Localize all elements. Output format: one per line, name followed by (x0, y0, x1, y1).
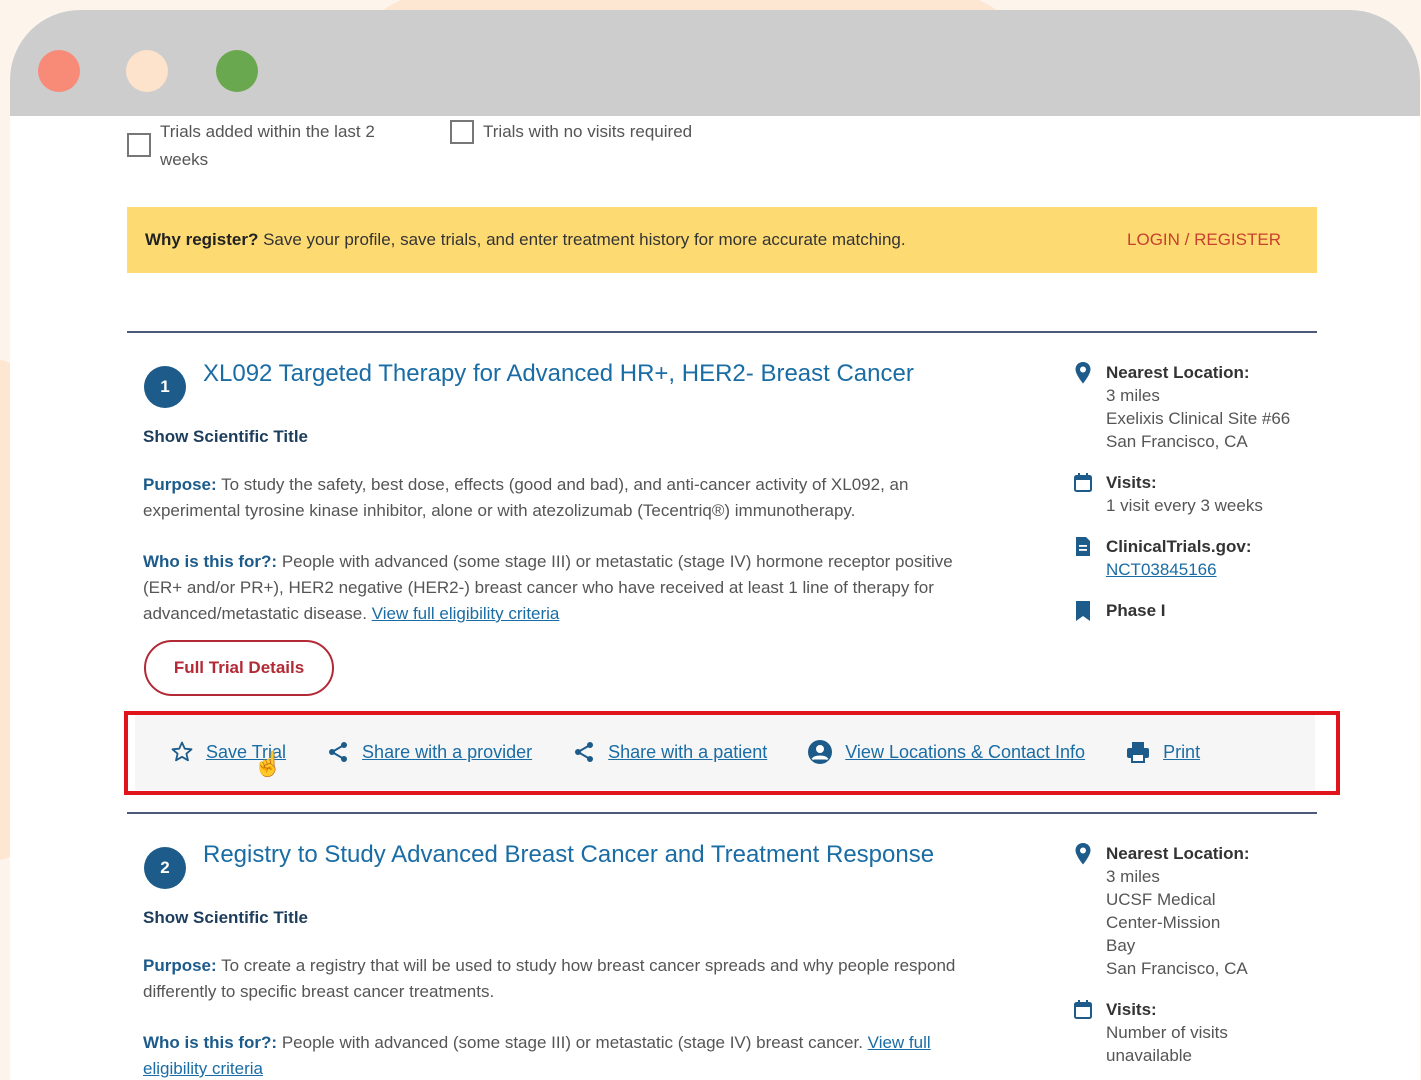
minimize-window-button[interactable] (126, 50, 168, 92)
nearest-location: Nearest Location: 3 miles Exelixis Clini… (1072, 361, 1312, 453)
visits-label: Visits: (1106, 473, 1157, 492)
who-label: Who is this for?: (143, 552, 278, 571)
trial-title[interactable]: Registry to Study Advanced Breast Cancer… (203, 841, 934, 869)
who-text: People with advanced (some stage III) or… (277, 1033, 868, 1052)
nearest-location-label: Nearest Location: (1106, 844, 1250, 863)
site-name: UCSF Medical Center-Mission Bay (1106, 890, 1221, 955)
filter-recent-label: Trials added within the last 2 weeks (160, 122, 375, 169)
full-trial-details-button[interactable]: Full Trial Details (144, 640, 334, 696)
trial-card: 1 XL092 Targeted Therapy for Advanced HR… (127, 334, 1317, 714)
trial-who: Who is this for?: People with advanced (… (143, 549, 993, 627)
map-pin-icon (1075, 843, 1091, 865)
maximize-window-button[interactable] (216, 50, 258, 92)
visits-info: Visits: 1 visit every 3 weeks (1072, 471, 1312, 517)
trial-purpose: Purpose: To create a registry that will … (143, 953, 993, 1005)
calendar-icon (1074, 473, 1092, 492)
trial-who: Who is this for?: People with advanced (… (143, 1030, 993, 1080)
purpose-label: Purpose: (143, 956, 217, 975)
clinicaltrials-label: ClinicalTrials.gov: (1106, 537, 1252, 556)
eligibility-link[interactable]: View full eligibility criteria (372, 604, 560, 623)
register-banner: Why register? Save your profile, save tr… (127, 207, 1317, 273)
checkbox-icon[interactable] (127, 133, 151, 157)
nct-id-link[interactable]: NCT03845166 (1106, 558, 1312, 581)
nearest-location-label: Nearest Location: (1106, 363, 1250, 382)
trial-sidebar: Nearest Location: 3 miles Exelixis Clini… (1072, 361, 1312, 640)
purpose-text: To study the safety, best dose, effects … (143, 475, 909, 520)
distance: 3 miles (1106, 867, 1160, 886)
banner-bold: Why register? (145, 230, 259, 249)
document-icon (1076, 537, 1090, 556)
trial-sidebar: Nearest Location: 3 miles UCSF Medical C… (1072, 842, 1252, 1080)
map-pin-icon (1075, 362, 1091, 384)
window-titlebar (10, 10, 1420, 116)
browser-window: Trials added within the last 2 weeks Tri… (10, 10, 1420, 1080)
trial-title[interactable]: XL092 Targeted Therapy for Advanced HR+,… (203, 360, 914, 388)
filter-no-visits[interactable]: Trials with no visits required (450, 118, 692, 146)
calendar-icon (1074, 1000, 1092, 1019)
visits-value: Number of visits unavailable (1106, 1023, 1228, 1065)
site-city: San Francisco, CA (1106, 432, 1248, 451)
action-bar-highlight (124, 711, 1340, 795)
trial-phase: Phase I (1072, 599, 1312, 622)
show-scientific-title-link[interactable]: Show Scientific Title (143, 427, 308, 447)
filter-recent-trials[interactable]: Trials added within the last 2 weeks (127, 118, 417, 174)
hand-cursor-icon: ☝ (253, 751, 283, 778)
page-content: Trials added within the last 2 weeks Tri… (10, 116, 1420, 1080)
divider (127, 331, 1317, 333)
show-scientific-title-link[interactable]: Show Scientific Title (143, 908, 308, 928)
nearest-location: Nearest Location: 3 miles UCSF Medical C… (1072, 842, 1252, 980)
trial-number-badge: 1 (144, 366, 186, 408)
trial-purpose: Purpose: To study the safety, best dose,… (143, 472, 993, 524)
purpose-label: Purpose: (143, 475, 217, 494)
clinicaltrials-info: ClinicalTrials.gov: NCT03845166 (1072, 535, 1312, 581)
visits-label: Visits: (1106, 1000, 1157, 1019)
filter-no-visits-label: Trials with no visits required (483, 122, 693, 141)
banner-message: Why register? Save your profile, save tr… (145, 230, 906, 250)
banner-text: Save your profile, save trials, and ente… (258, 230, 906, 249)
bookmark-icon (1076, 601, 1090, 621)
checkbox-icon[interactable] (450, 120, 474, 144)
distance: 3 miles (1106, 386, 1160, 405)
visits-info: Visits: Number of visits unavailable (1072, 998, 1252, 1067)
close-window-button[interactable] (38, 50, 80, 92)
trial-card: 2 Registry to Study Advanced Breast Canc… (127, 815, 1317, 1078)
trial-number-badge: 2 (144, 847, 186, 889)
visits-value: 1 visit every 3 weeks (1106, 496, 1263, 515)
purpose-text: To create a registry that will be used t… (143, 956, 956, 1001)
login-register-link[interactable]: LOGIN / REGISTER (1127, 230, 1281, 250)
divider (127, 812, 1317, 814)
phase-label: Phase I (1106, 601, 1166, 620)
who-label: Who is this for?: (143, 1033, 278, 1052)
site-city: San Francisco, CA (1106, 959, 1248, 978)
site-name: Exelixis Clinical Site #66 (1106, 409, 1291, 428)
